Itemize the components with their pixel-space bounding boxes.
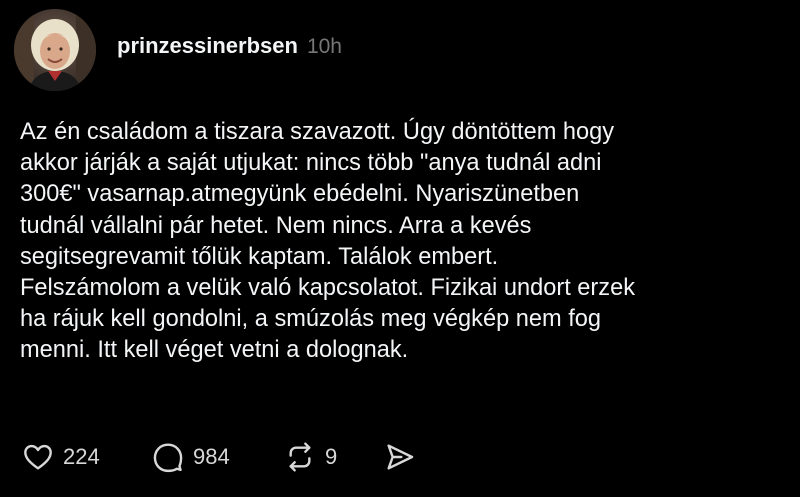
repost-icon	[289, 442, 311, 472]
repost-count: 9	[325, 444, 338, 469]
send-icon	[387, 444, 414, 470]
avatar[interactable]	[14, 9, 96, 91]
post-text: Az én családom a tiszara szavazott. Úgy …	[20, 119, 636, 364]
reply-count: 984	[193, 444, 230, 469]
heart-icon	[24, 444, 52, 470]
timestamp: 10h	[306, 35, 342, 58]
reply-button[interactable]: 984	[152, 440, 230, 474]
repost-button[interactable]: 9	[284, 440, 337, 474]
like-count: 224	[63, 444, 100, 469]
username[interactable]: prinzessinerbsen	[117, 33, 298, 59]
comment-icon	[153, 443, 183, 473]
profile-photo-icon	[14, 9, 96, 91]
thread-post: prinzessinerbsen 10h Az én családom a ti…	[0, 0, 800, 497]
like-button[interactable]: 224	[22, 440, 100, 474]
post-header: prinzessinerbsen 10h	[117, 33, 342, 59]
share-button[interactable]	[384, 440, 416, 474]
action-bar: 224 984 9	[22, 440, 422, 474]
